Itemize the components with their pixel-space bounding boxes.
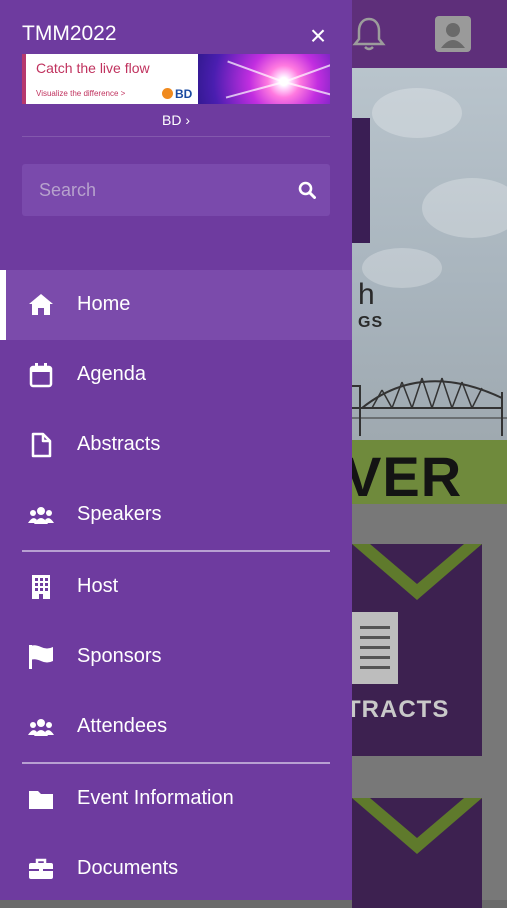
- ad-brand: BD: [162, 87, 192, 101]
- close-button[interactable]: ×: [304, 22, 332, 50]
- menu-item-label: Home: [77, 293, 131, 315]
- menu-item-speakers[interactable]: Speakers: [0, 480, 352, 550]
- ad-headline: Catch the live flow: [36, 60, 150, 76]
- home-icon: [29, 294, 53, 315]
- document-icon: [352, 612, 398, 684]
- search-icon[interactable]: [298, 181, 316, 199]
- menu-item-event-information[interactable]: Event Information: [0, 764, 352, 834]
- tile-grid: TRACTS: [352, 504, 507, 908]
- logo-block: [352, 118, 370, 243]
- drawer-title: TMM2022: [22, 22, 117, 45]
- menu-item-home[interactable]: Home: [0, 270, 352, 340]
- search-input[interactable]: [22, 164, 289, 216]
- ad-light-burst: [198, 54, 330, 104]
- menu-item-attendees[interactable]: Attendees: [0, 692, 352, 762]
- menu-item-label: Abstracts: [77, 433, 161, 455]
- menu-item-label: Attendees: [77, 715, 168, 737]
- hero-text: h: [358, 278, 375, 311]
- tile-label: TRACTS: [352, 696, 450, 723]
- folder-icon: [29, 791, 53, 809]
- calendar-icon: [29, 363, 53, 388]
- menu-item-label: Event Information: [77, 787, 234, 809]
- user-icon: [441, 23, 465, 48]
- bridge-illustration: [352, 377, 507, 436]
- flag-icon: [29, 645, 53, 669]
- navigation-drawer: TMM2022 × Catch the live flow Visualize …: [0, 0, 352, 900]
- menu-item-agenda[interactable]: Agenda: [0, 340, 352, 410]
- briefcase-icon: [29, 858, 53, 879]
- menu-item-label: Sponsors: [77, 645, 162, 667]
- abstracts-tile[interactable]: TRACTS: [352, 544, 482, 756]
- welcome-banner: VER: [352, 440, 507, 504]
- sponsor-ad-banner[interactable]: Catch the live flow Visualize the differ…: [22, 54, 330, 104]
- next-tile[interactable]: [352, 798, 482, 908]
- hero-image: h GS: [352, 68, 507, 440]
- menu-item-label: Speakers: [77, 503, 162, 525]
- menu-item-label: Documents: [77, 857, 179, 879]
- menu-item-label: Host: [77, 575, 119, 597]
- users-icon: [28, 719, 54, 736]
- menu-item-sponsors[interactable]: Sponsors: [0, 622, 352, 692]
- document-icon: [31, 432, 52, 458]
- bell-icon[interactable]: [352, 16, 386, 52]
- menu-item-host[interactable]: Host: [0, 552, 352, 622]
- users-icon: [28, 507, 54, 524]
- menu-item-label: Agenda: [77, 363, 146, 385]
- banner-text: VER: [352, 445, 463, 504]
- search-bar: [22, 164, 330, 216]
- hero-subtext: GS: [358, 314, 384, 331]
- bd-logo-icon: [162, 88, 173, 99]
- menu-item-documents[interactable]: Documents: [0, 834, 352, 904]
- ad-link[interactable]: BD ›: [0, 112, 352, 128]
- menu-item-abstracts[interactable]: Abstracts: [0, 410, 352, 480]
- ad-subline: Visualize the difference >: [36, 89, 126, 98]
- close-icon: ×: [309, 20, 327, 51]
- avatar[interactable]: [435, 16, 471, 52]
- divider: [22, 136, 330, 137]
- building-icon: [32, 575, 50, 599]
